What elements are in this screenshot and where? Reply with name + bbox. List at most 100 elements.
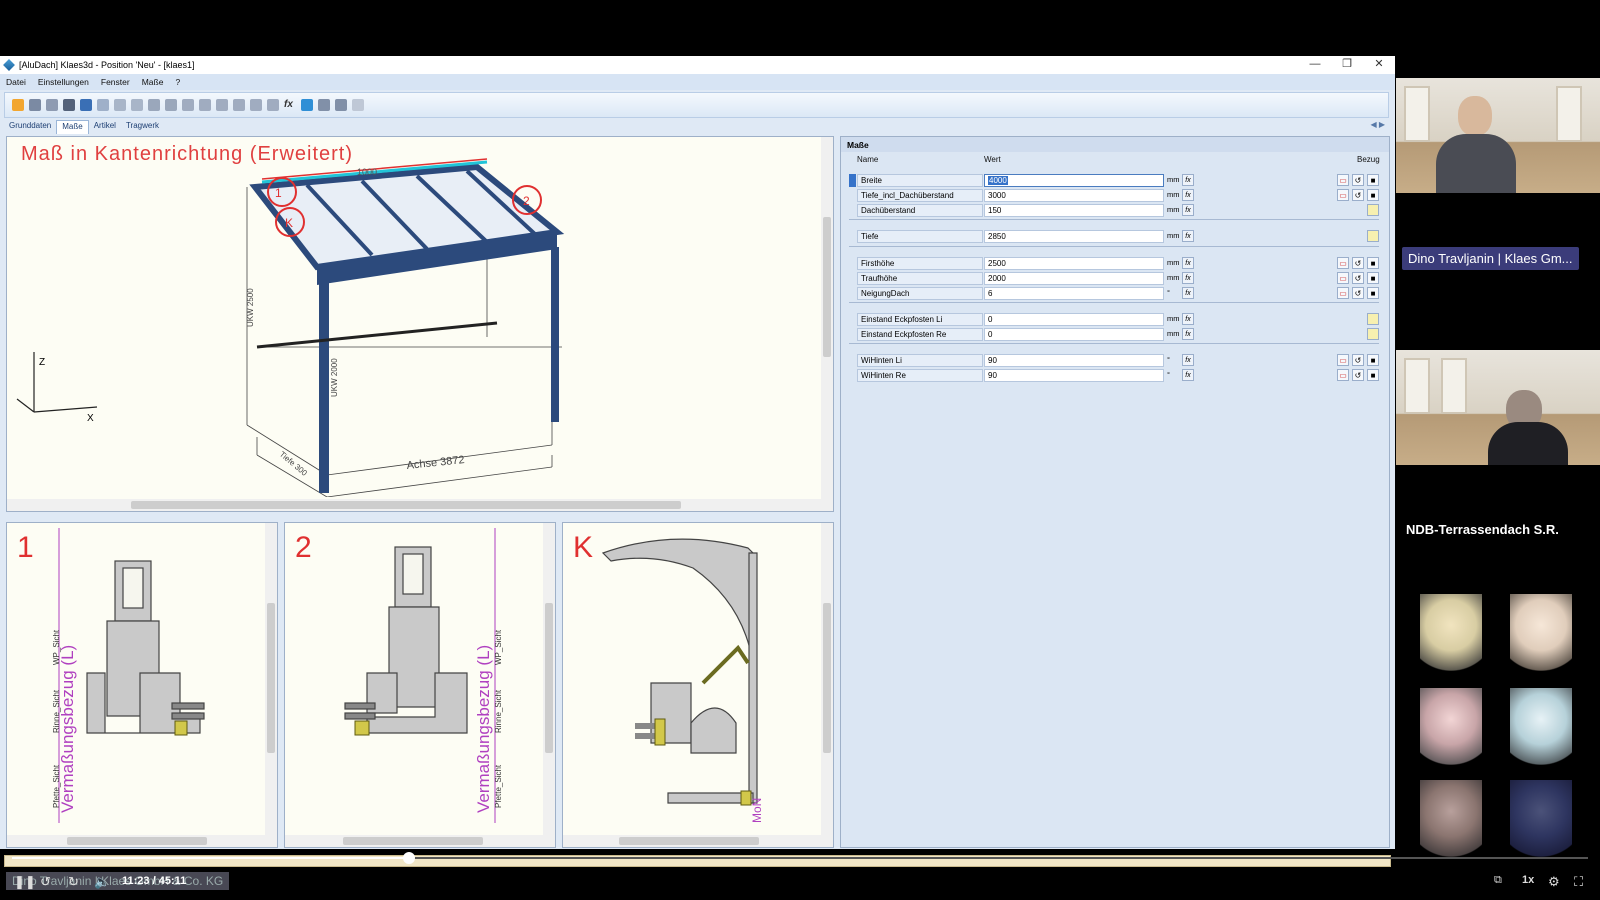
- zoom-window-icon[interactable]: [165, 99, 177, 111]
- video-progress-bar[interactable]: [12, 857, 1588, 859]
- zoom-icon[interactable]: [182, 99, 194, 111]
- profile-view-1[interactable]: 1 Vermaßungsbezug (L) WP_Sicht Rinne_Sic…: [6, 522, 278, 848]
- 3d-icon[interactable]: [318, 99, 330, 111]
- param-value-input[interactable]: 0: [984, 313, 1164, 326]
- note-icon[interactable]: [1367, 204, 1379, 216]
- pause-icon[interactable]: ❚❚: [14, 874, 36, 890]
- lock-icon[interactable]: ■: [1367, 257, 1379, 269]
- lock-icon[interactable]: ■: [1367, 174, 1379, 186]
- forward-10-icon[interactable]: ↻: [68, 874, 79, 890]
- profile-view-2[interactable]: 2 Vermaßungsbezug (L) WP_Sicht Rinne_Sic…: [284, 522, 556, 848]
- save-icon[interactable]: [29, 99, 41, 111]
- link-icon[interactable]: ↺: [1352, 189, 1364, 201]
- new-icon[interactable]: [12, 99, 24, 111]
- width-ref-icon[interactable]: ▭: [1337, 174, 1349, 186]
- captions-icon[interactable]: ⧉: [1494, 874, 1502, 887]
- avatar[interactable]: [1510, 688, 1572, 766]
- 3d-horizontal-scrollbar[interactable]: [7, 499, 823, 511]
- avatar[interactable]: [1510, 780, 1572, 858]
- link-icon[interactable]: ↺: [1352, 257, 1364, 269]
- note-icon[interactable]: [1367, 313, 1379, 325]
- row-selector[interactable]: [849, 354, 856, 367]
- forward-icon[interactable]: [267, 99, 279, 111]
- formula-button[interactable]: fx: [1182, 257, 1194, 269]
- note-icon[interactable]: [1367, 230, 1379, 242]
- profile-1-vscroll[interactable]: [265, 523, 277, 847]
- param-value-input[interactable]: 3000: [984, 189, 1164, 202]
- param-value-input[interactable]: 2850: [984, 230, 1164, 243]
- param-value-input[interactable]: 4000: [984, 174, 1164, 187]
- lock-icon[interactable]: ■: [1367, 272, 1379, 284]
- settings-icon[interactable]: ⚙: [1548, 874, 1560, 890]
- minimize-button[interactable]: —: [1299, 56, 1331, 74]
- run-icon[interactable]: [301, 99, 313, 111]
- formula-button[interactable]: fx: [1182, 328, 1194, 340]
- row-selector[interactable]: [849, 230, 856, 243]
- maximize-button[interactable]: ❐: [1331, 56, 1363, 74]
- profile-k-vscroll[interactable]: [821, 523, 833, 847]
- formula-button[interactable]: fx: [1182, 272, 1194, 284]
- depth-ref-icon[interactable]: ▭: [1337, 189, 1349, 201]
- avatar[interactable]: [1420, 688, 1482, 766]
- row-selector[interactable]: [849, 328, 856, 341]
- formula-button[interactable]: fx: [1182, 189, 1194, 201]
- back-icon[interactable]: [250, 99, 262, 111]
- row-selector[interactable]: [849, 189, 856, 202]
- tab-tragwerk[interactable]: Tragwerk: [121, 120, 164, 134]
- eave-ref-icon[interactable]: ▭: [1337, 272, 1349, 284]
- ridge-ref-icon[interactable]: ▭: [1337, 257, 1349, 269]
- row-selector[interactable]: [849, 257, 856, 270]
- link-icon[interactable]: ↺: [1352, 287, 1364, 299]
- menu-einstellungen[interactable]: Einstellungen: [32, 77, 95, 87]
- param-value-input[interactable]: 0: [984, 328, 1164, 341]
- lock-icon[interactable]: ■: [1367, 189, 1379, 201]
- formula-button[interactable]: fx: [1182, 313, 1194, 325]
- pan-icon[interactable]: [233, 99, 245, 111]
- 3d-vertical-scrollbar[interactable]: [821, 137, 833, 511]
- menu-masse[interactable]: Maße: [136, 77, 170, 87]
- fullscreen-icon[interactable]: ⛶: [1574, 874, 1583, 890]
- volume-icon[interactable]: 🔈: [94, 874, 110, 890]
- tab-scroll-arrows[interactable]: ◀ ▶: [1370, 120, 1385, 129]
- formula-icon[interactable]: fx: [284, 99, 296, 111]
- rotate-icon[interactable]: [199, 99, 211, 111]
- menu-datei[interactable]: Datei: [0, 77, 32, 87]
- lock-icon[interactable]: ■: [1367, 369, 1379, 381]
- rewind-10-icon[interactable]: ↺: [40, 874, 51, 890]
- param-value-input[interactable]: 150: [984, 204, 1164, 217]
- close-button[interactable]: ✕: [1363, 56, 1395, 74]
- formula-button[interactable]: fx: [1182, 369, 1194, 381]
- video-tile-participant[interactable]: [1396, 350, 1600, 465]
- 3d-view[interactable]: Maß in Kantenrichtung (Erweitert) 1 2 K …: [6, 136, 834, 512]
- lock-icon[interactable]: ■: [1367, 287, 1379, 299]
- avatar[interactable]: [1420, 594, 1482, 672]
- undo-icon[interactable]: [80, 99, 92, 111]
- warning-icon[interactable]: [352, 99, 364, 111]
- tab-grunddaten[interactable]: Grunddaten: [4, 120, 56, 134]
- zoom-extents-icon[interactable]: [148, 99, 160, 111]
- angle-ref-icon[interactable]: ▭: [1337, 354, 1349, 366]
- row-selector[interactable]: [849, 204, 856, 217]
- param-value-input[interactable]: 2500: [984, 257, 1164, 270]
- profile-1-hscroll[interactable]: [7, 835, 267, 847]
- slope-ref-icon[interactable]: ▭: [1337, 287, 1349, 299]
- cut-icon[interactable]: [114, 99, 126, 111]
- profile-view-k[interactable]: K MoN: [562, 522, 834, 848]
- refresh-icon[interactable]: [335, 99, 347, 111]
- paste-icon[interactable]: [131, 99, 143, 111]
- row-selector[interactable]: [849, 272, 856, 285]
- view-icon[interactable]: [216, 99, 228, 111]
- save-all-icon[interactable]: [46, 99, 58, 111]
- param-value-input[interactable]: 90: [984, 369, 1164, 382]
- row-selector[interactable]: [849, 287, 856, 300]
- avatar[interactable]: [1420, 780, 1482, 858]
- menu-help[interactable]: ?: [169, 77, 186, 87]
- link-icon[interactable]: ↺: [1352, 354, 1364, 366]
- link-icon[interactable]: ↺: [1352, 272, 1364, 284]
- formula-button[interactable]: fx: [1182, 174, 1194, 186]
- speed-button[interactable]: 1x: [1522, 874, 1534, 886]
- formula-button[interactable]: fx: [1182, 354, 1194, 366]
- menu-fenster[interactable]: Fenster: [95, 77, 136, 87]
- formula-button[interactable]: fx: [1182, 230, 1194, 242]
- param-value-input[interactable]: 2000: [984, 272, 1164, 285]
